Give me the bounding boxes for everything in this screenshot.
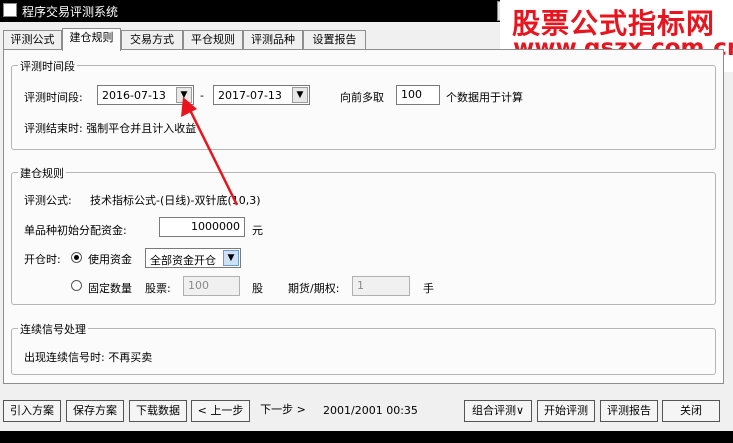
tab-position-rules[interactable]: 建仓规则	[62, 28, 121, 51]
annotation-arrow	[181, 97, 239, 206]
